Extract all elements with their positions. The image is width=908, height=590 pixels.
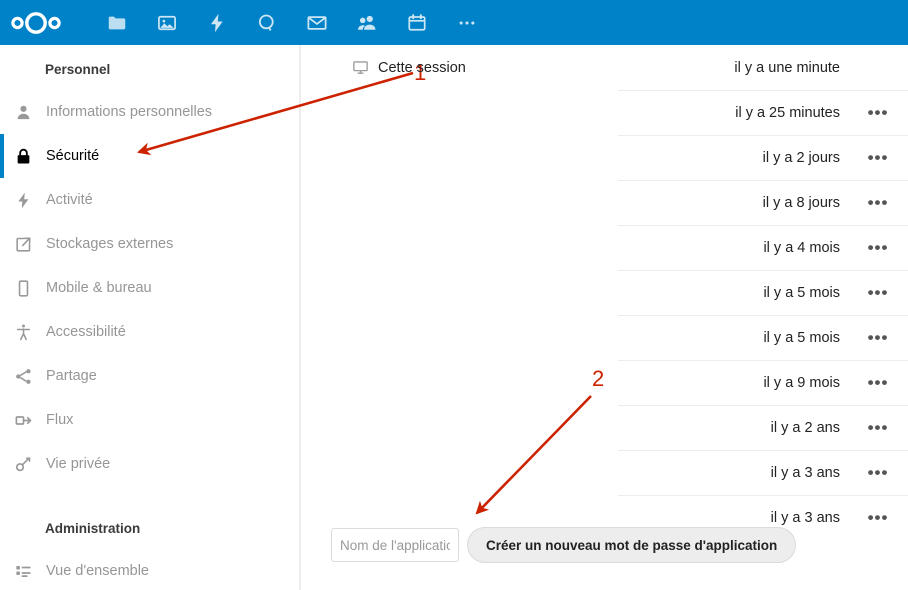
three-dots-icon: ••• (868, 288, 889, 298)
sidebar-item-stockages-externes[interactable]: Stockages externes (0, 222, 299, 266)
session-time: il y a 8 jours (621, 195, 848, 211)
app-password-form: Créer un nouveau mot de passe d'applicat… (331, 527, 796, 563)
session-menu-button[interactable]: ••• (848, 468, 908, 478)
session-name-cell: Cette session (301, 59, 621, 76)
session-menu-button[interactable]: ••• (848, 423, 908, 433)
session-time: il y a 4 mois (621, 240, 848, 256)
session-menu-button[interactable]: ••• (848, 153, 908, 163)
desktop-icon (352, 59, 378, 76)
three-dots-icon: ••• (868, 243, 889, 253)
sidebar-item-informations-personnelles[interactable]: Informations personnelles (0, 90, 299, 134)
lock-icon (14, 147, 44, 166)
session-row[interactable]: il y a 4 mois ••• (301, 225, 908, 270)
session-menu-button[interactable]: ••• (848, 378, 908, 388)
session-menu-button[interactable]: ••• (848, 108, 908, 118)
sidebar-item-flux[interactable]: Flux (0, 398, 299, 442)
session-row[interactable]: il y a 9 mois ••• (301, 360, 908, 405)
sidebar-item-vue-densemble[interactable]: Vue d'ensemble (0, 549, 299, 590)
mail-icon[interactable] (292, 0, 342, 45)
sidebar-item-label: Sécurité (46, 148, 99, 164)
mobile-icon (14, 279, 44, 298)
three-dots-icon: ••• (868, 423, 889, 433)
session-row[interactable]: il y a 2 jours ••• (301, 135, 908, 180)
accessibility-icon (14, 323, 44, 342)
photos-icon[interactable] (142, 0, 192, 45)
session-row[interactable]: il y a 5 mois ••• (301, 270, 908, 315)
session-time: il y a 25 minutes (621, 105, 848, 121)
session-time: il y a 5 mois (621, 330, 848, 346)
sidebar-item-partage[interactable]: Partage (0, 354, 299, 398)
session-name-label: Cette session (378, 60, 466, 76)
lightning-icon (14, 191, 44, 210)
three-dots-icon: ••• (868, 108, 889, 118)
key-icon (14, 455, 44, 474)
session-time: il y a 5 mois (621, 285, 848, 301)
contacts-icon[interactable] (342, 0, 392, 45)
sidebar-item-label: Accessibilité (46, 324, 126, 340)
session-time: il y a 2 jours (621, 150, 848, 166)
sidebar-item-label: Flux (46, 412, 73, 428)
sidebar-item-securite[interactable]: Sécurité (0, 134, 299, 178)
create-app-password-button[interactable]: Créer un nouveau mot de passe d'applicat… (467, 527, 796, 563)
session-time: il y a 3 ans (621, 465, 848, 481)
session-row[interactable]: il y a 8 jours ••• (301, 180, 908, 225)
settings-sidebar: Personnel Informations personnelles Sécu… (0, 45, 300, 590)
sidebar-item-label: Mobile & bureau (46, 280, 152, 296)
session-time: il y a 3 ans (621, 510, 848, 526)
session-row[interactable]: il y a 2 ans ••• (301, 405, 908, 450)
search-icon[interactable] (242, 0, 292, 45)
list-icon (14, 562, 44, 581)
session-row[interactable]: il y a 3 ans ••• (301, 450, 908, 495)
external-link-icon (14, 235, 44, 254)
share-icon (14, 367, 44, 386)
sessions-list: Cette session il y a une minute ••• il y… (301, 45, 908, 515)
three-dots-icon: ••• (868, 198, 889, 208)
three-dots-icon: ••• (868, 333, 889, 343)
sidebar-item-vie-privee[interactable]: Vie privée (0, 442, 299, 486)
app-header (0, 0, 908, 45)
session-row[interactable]: il y a 25 minutes ••• (301, 90, 908, 135)
three-dots-icon: ••• (868, 513, 889, 523)
more-apps-icon[interactable] (442, 0, 492, 45)
calendar-icon[interactable] (392, 0, 442, 45)
sidebar-item-label: Activité (46, 192, 93, 208)
content-divider (300, 45, 301, 590)
session-time: il y a 2 ans (621, 420, 848, 436)
session-menu-button[interactable]: ••• (848, 198, 908, 208)
session-row[interactable]: il y a 5 mois ••• (301, 315, 908, 360)
nextcloud-settings-page: Personnel Informations personnelles Sécu… (0, 0, 908, 590)
nextcloud-logo[interactable] (0, 0, 72, 45)
sidebar-item-mobile-bureau[interactable]: Mobile & bureau (0, 266, 299, 310)
session-menu-button[interactable]: ••• (848, 243, 908, 253)
activity-icon[interactable] (192, 0, 242, 45)
files-icon[interactable] (92, 0, 142, 45)
sidebar-item-label: Vie privée (46, 456, 110, 472)
three-dots-icon: ••• (868, 468, 889, 478)
sidebar-item-label: Stockages externes (46, 236, 173, 252)
three-dots-icon: ••• (868, 378, 889, 388)
sidebar-item-label: Vue d'ensemble (46, 563, 149, 579)
sidebar-item-accessibilite[interactable]: Accessibilité (0, 310, 299, 354)
sidebar-section-administration: Administration (0, 509, 299, 549)
session-row-this-session[interactable]: Cette session il y a une minute ••• (301, 45, 908, 90)
session-menu-button[interactable]: ••• (848, 288, 908, 298)
session-time: il y a 9 mois (621, 375, 848, 391)
sidebar-item-label: Informations personnelles (46, 104, 212, 120)
feed-icon (14, 411, 44, 430)
app-name-input[interactable] (331, 528, 459, 562)
sidebar-item-activite[interactable]: Activité (0, 178, 299, 222)
session-menu-button[interactable]: ••• (848, 333, 908, 343)
user-icon (14, 103, 44, 122)
session-menu-button[interactable]: ••• (848, 513, 908, 523)
three-dots-icon: ••• (868, 153, 889, 163)
session-time: il y a une minute (621, 60, 848, 76)
sidebar-section-personnel: Personnel (0, 50, 299, 90)
sidebar-item-label: Partage (46, 368, 97, 384)
